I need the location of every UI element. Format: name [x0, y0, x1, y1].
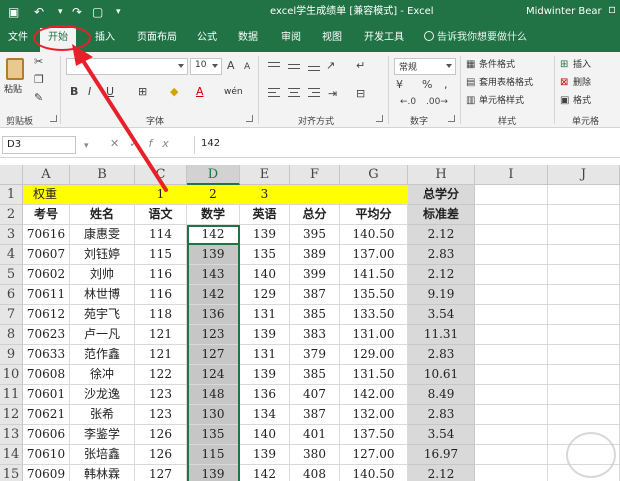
- annotation-arrow: [72, 44, 168, 192]
- watermark-logo: [566, 432, 616, 478]
